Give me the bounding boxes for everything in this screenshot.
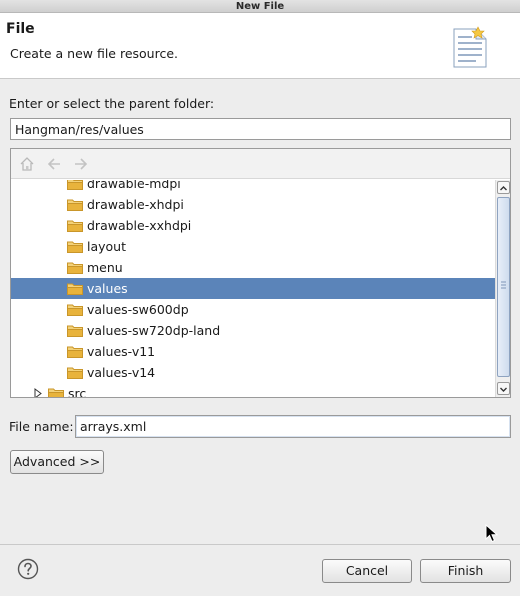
tree-item-label: drawable-xhdpi — [87, 197, 184, 212]
tree-item-label: values-sw600dp — [87, 302, 189, 317]
folder-icon — [67, 180, 83, 190]
finish-button[interactable]: Finish — [420, 559, 511, 583]
tree-item-layout[interactable]: layout — [11, 236, 495, 257]
page-title: File — [6, 21, 35, 37]
tree-item-src[interactable]: src — [11, 383, 495, 397]
tree-item-label: values-v11 — [87, 344, 156, 359]
footer-separator — [0, 544, 520, 545]
folder-icon — [67, 304, 83, 316]
tree-item-drawable-xhdpi[interactable]: drawable-xhdpi — [11, 194, 495, 215]
tree-item-values-v14[interactable]: values-v14 — [11, 362, 495, 383]
chevron-up-icon — [500, 186, 507, 191]
tree-toolbar — [11, 149, 510, 179]
tree-item-values-sw600dp[interactable]: values-sw600dp — [11, 299, 495, 320]
tree-list: drawable-mdpi drawable-xhdpi drawable-xx… — [11, 180, 495, 397]
new-file-icon — [453, 26, 487, 68]
file-name-input[interactable] — [75, 415, 511, 438]
home-icon[interactable] — [19, 156, 35, 172]
folder-tree: drawable-mdpi drawable-xhdpi drawable-xx… — [10, 148, 511, 398]
mouse-pointer-icon — [485, 524, 499, 543]
wizard-header: File Create a new file resource. — [0, 13, 520, 79]
tree-item-values[interactable]: values — [11, 278, 495, 299]
folder-icon — [67, 220, 83, 232]
window-title: New File — [0, 0, 520, 13]
parent-folder-label: Enter or select the parent folder: — [9, 96, 215, 111]
help-icon[interactable] — [17, 558, 39, 580]
chevron-down-icon — [500, 387, 507, 392]
tree-item-label: src — [68, 386, 87, 397]
grip-icon — [501, 281, 506, 289]
tree-item-label: drawable-mdpi — [87, 180, 181, 191]
file-name-label: File name: — [9, 419, 74, 434]
tree-item-drawable-mdpi[interactable]: drawable-mdpi — [11, 180, 495, 194]
tree-item-values-sw720dp-land[interactable]: values-sw720dp-land — [11, 320, 495, 341]
folder-icon — [67, 367, 83, 379]
tree-item-drawable-xxhdpi[interactable]: drawable-xxhdpi — [11, 215, 495, 236]
tree-item-label: values-sw720dp-land — [87, 323, 221, 338]
tree-item-menu[interactable]: menu — [11, 257, 495, 278]
folder-icon — [48, 388, 64, 397]
expand-arrow-icon[interactable] — [33, 388, 43, 397]
tree-item-values-v11[interactable]: values-v11 — [11, 341, 495, 362]
folder-icon — [67, 262, 83, 274]
scroll-down-button[interactable] — [497, 382, 510, 395]
tree-item-label: drawable-xxhdpi — [87, 218, 192, 233]
forward-arrow-icon[interactable] — [73, 156, 89, 172]
folder-icon — [67, 199, 83, 211]
scroll-up-button[interactable] — [497, 181, 510, 194]
cancel-button[interactable]: Cancel — [322, 559, 412, 583]
folder-icon — [67, 241, 83, 253]
parent-folder-input[interactable] — [10, 118, 511, 140]
tree-item-label: menu — [87, 260, 123, 275]
page-description: Create a new file resource. — [10, 46, 178, 61]
tree-scrollbar[interactable] — [495, 180, 510, 397]
folder-icon — [67, 346, 83, 358]
folder-icon — [67, 283, 83, 295]
back-arrow-icon[interactable] — [46, 156, 62, 172]
scroll-thumb[interactable] — [497, 197, 510, 377]
tree-item-label: values-v14 — [87, 365, 156, 380]
tree-item-label: values — [87, 281, 128, 296]
folder-icon — [67, 325, 83, 337]
advanced-button[interactable]: Advanced >> — [10, 450, 104, 474]
tree-item-label: layout — [87, 239, 127, 254]
